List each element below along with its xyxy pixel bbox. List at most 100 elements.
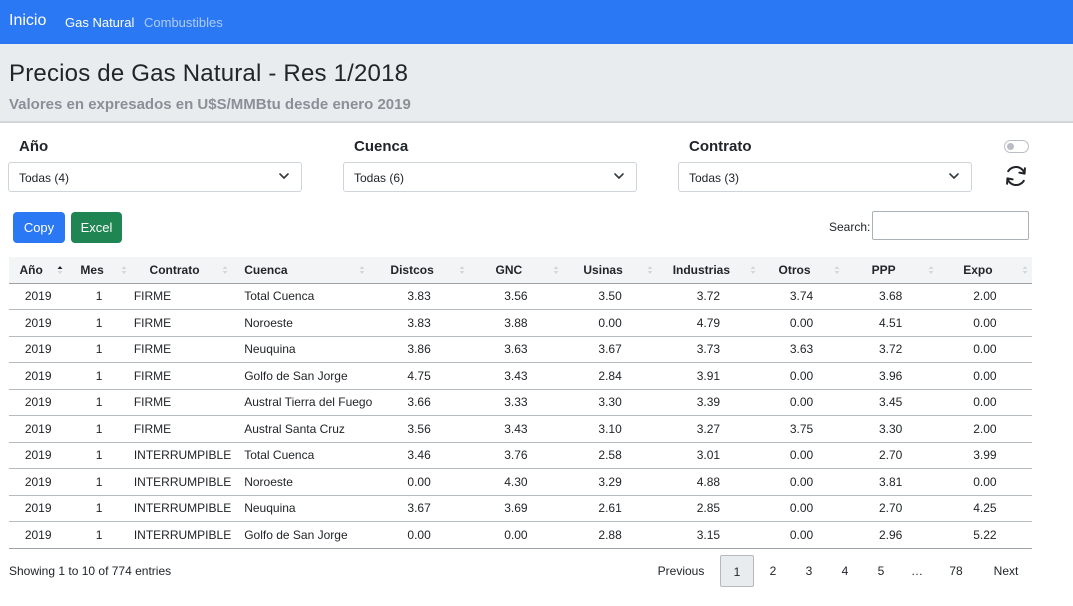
table-row: 2019 1 INTERRUMPIBLE Golfo de San Jorge 0.00… <box>9 521 1032 549</box>
cell-expo: 2.00 <box>937 415 1032 443</box>
cell-cuenca: Total Cuenca <box>232 283 370 310</box>
column-header-otros[interactable]: Otros <box>759 257 844 284</box>
toggle-switch[interactable] <box>1004 140 1029 153</box>
column-header-mes[interactable]: Mes <box>67 257 131 284</box>
cell-mes: 1 <box>67 389 131 416</box>
search-input[interactable] <box>872 211 1029 240</box>
cell-mes: 1 <box>67 362 131 390</box>
table-row: 2019 1 FIRME Austral Santa Cruz 3.56 3.43 3.10… <box>9 415 1032 443</box>
cell-ppp: 3.45 <box>843 389 938 416</box>
column-header-label: GNC <box>495 262 523 277</box>
column-header-industrias[interactable]: Industrias <box>657 257 760 284</box>
cell-otros: 0.00 <box>759 495 844 522</box>
filter-select-contrato[interactable]: Todas (3) <box>678 162 972 192</box>
cell-cuenca: Austral Santa Cruz <box>232 415 370 443</box>
cell-expo: 2.00 <box>937 283 1032 310</box>
cell-industrias: 3.91 <box>657 362 760 390</box>
cell-contrato: FIRME <box>130 336 233 363</box>
cell-industrias: 4.88 <box>657 468 760 496</box>
cell-anio: 2019 <box>9 442 68 469</box>
cell-ppp: 4.51 <box>843 309 938 337</box>
cell-gnc: 3.63 <box>468 336 563 363</box>
cell-cuenca: Austral Tierra del Fuego <box>232 389 372 416</box>
cell-anio: 2019 <box>9 415 68 443</box>
column-header-contrato[interactable]: Contrato <box>130 257 233 284</box>
cell-contrato: INTERRUMPIBLE <box>130 521 233 549</box>
chevron-down-icon <box>949 173 959 179</box>
pagination-previous[interactable]: Previous <box>651 555 711 587</box>
column-header-cuenca[interactable]: Cuenca <box>232 257 370 284</box>
column-header-label: Usinas <box>583 262 623 277</box>
table-row: 2019 1 INTERRUMPIBLE Total Cuenca 3.46 3.76 2.… <box>9 442 1032 469</box>
pagination-page-5[interactable]: 5 <box>864 555 898 587</box>
column-header-expo[interactable]: Expo <box>937 257 1032 284</box>
cell-distcos: 3.83 <box>369 309 469 337</box>
page-subtitle: Valores en expresados en U$S/MMBtu desde… <box>9 96 411 113</box>
cell-otros: 0.00 <box>759 521 844 549</box>
cell-anio: 2019 <box>9 521 68 549</box>
pagination-ellipsis: … <box>911 564 923 578</box>
pagination-page-78[interactable]: 78 <box>939 555 973 587</box>
cell-gnc: 3.43 <box>468 362 563 390</box>
cell-mes: 1 <box>67 283 131 310</box>
cell-ppp: 3.96 <box>843 362 938 390</box>
cell-otros: 0.00 <box>759 468 844 496</box>
copy-button[interactable]: Copy <box>13 212 65 243</box>
cell-industrias: 3.73 <box>657 336 760 363</box>
cell-mes: 1 <box>67 468 131 496</box>
column-header-usinas[interactable]: Usinas <box>562 257 658 284</box>
sort-icon <box>647 266 653 274</box>
page-header: Precios de Gas Natural - Res 1/2018 Valo… <box>0 44 1073 123</box>
cell-distcos: 3.67 <box>369 495 469 522</box>
pagination-page-3[interactable]: 3 <box>792 555 826 587</box>
nav-link-gas-natural[interactable]: Gas Natural <box>65 15 134 30</box>
pagination-page-2[interactable]: 2 <box>756 555 790 587</box>
cell-otros: 0.00 <box>759 442 844 469</box>
navbar-brand[interactable]: Inicio <box>9 12 46 30</box>
cell-expo: 5.22 <box>937 521 1032 549</box>
cell-industrias: 3.39 <box>657 389 760 416</box>
pagination-page-4[interactable]: 4 <box>828 555 862 587</box>
column-header-gnc[interactable]: GNC <box>468 257 563 284</box>
cell-contrato: FIRME <box>130 415 233 443</box>
sort-icon <box>553 266 559 274</box>
cell-ppp: 2.96 <box>843 521 938 549</box>
table-header-row: Año Mes Contrato Cuenca Distcos GNC Usin… <box>9 257 1032 284</box>
column-header-ppp[interactable]: PPP <box>843 257 938 284</box>
cell-otros: 3.74 <box>759 283 844 310</box>
cell-ppp: 3.72 <box>843 336 938 363</box>
navbar: Inicio Gas Natural Combustibles <box>0 0 1073 44</box>
column-header-anio[interactable]: Año <box>9 257 68 284</box>
excel-button[interactable]: Excel <box>71 212 122 243</box>
cell-distcos: 3.46 <box>369 442 469 469</box>
cell-gnc: 3.56 <box>468 283 563 310</box>
column-header-distcos[interactable]: Distcos <box>369 257 469 284</box>
filter-select-cuenca[interactable]: Todas (6) <box>343 162 637 192</box>
cell-industrias: 3.27 <box>657 415 760 443</box>
table-row: 2019 1 INTERRUMPIBLE Neuquina 3.67 3.69 2.61 2.… <box>9 495 1032 522</box>
table-row: 2019 1 FIRME Austral Tierra del Fuego 3.66 3.… <box>9 389 1032 416</box>
cell-otros: 3.75 <box>759 415 844 443</box>
filter-label-contrato: Contrato <box>689 138 752 155</box>
sort-icon <box>750 266 756 274</box>
table-row: 2019 1 FIRME Neuquina 3.86 3.63 3.67 3.73 3.63 3.… <box>9 336 1032 363</box>
cell-expo: 0.00 <box>937 468 1032 496</box>
sort-icon <box>359 266 365 274</box>
pagination-next[interactable]: Next <box>985 555 1027 587</box>
cell-usinas: 2.58 <box>562 442 658 469</box>
cell-gnc: 3.76 <box>468 442 563 469</box>
filter-select-anio[interactable]: Todas (4) <box>8 162 302 192</box>
column-header-label: Otros <box>778 262 811 277</box>
cell-industrias: 4.79 <box>657 309 760 337</box>
cell-otros: 0.00 <box>759 389 844 416</box>
cell-industrias: 3.15 <box>657 521 760 549</box>
refresh-icon[interactable] <box>1003 163 1029 189</box>
nav-link-combustibles[interactable]: Combustibles <box>144 15 223 30</box>
cell-otros: 0.00 <box>759 309 844 337</box>
cell-expo: 0.00 <box>937 336 1032 363</box>
cell-contrato: INTERRUMPIBLE <box>130 495 233 522</box>
table-row: 2019 1 FIRME Golfo de San Jorge 4.75 3.43 2.84… <box>9 362 1032 390</box>
cell-ppp: 2.70 <box>843 442 938 469</box>
pagination-page-1[interactable]: 1 <box>720 555 754 587</box>
toggle-knob <box>1007 143 1014 150</box>
